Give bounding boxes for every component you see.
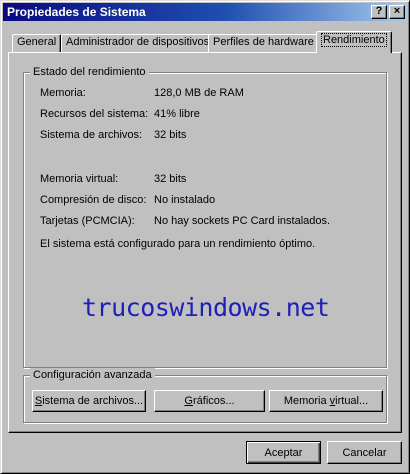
- group-label: Estado del rendimiento: [30, 65, 149, 79]
- button-label: istema de archivos...: [42, 395, 144, 407]
- close-icon: ×: [393, 5, 401, 17]
- tab-performance[interactable]: Rendimiento: [316, 31, 392, 53]
- button-label: ráficos...: [192, 395, 235, 407]
- tab-label: Perfiles de hardware: [213, 36, 314, 48]
- button-label: irtual...: [335, 395, 369, 407]
- virtual-memory-value: 32 bits: [154, 173, 187, 185]
- pcmcia-cards-value: No hay sockets PC Card instalados.: [154, 215, 331, 227]
- question-mark-icon: ?: [375, 5, 383, 17]
- tab-general[interactable]: General: [12, 34, 62, 52]
- memory-value: 128,0 MB de RAM: [154, 87, 244, 99]
- close-button[interactable]: ×: [389, 5, 405, 19]
- help-button[interactable]: ?: [371, 5, 387, 19]
- file-system-button[interactable]: Sistema de archivos...: [32, 390, 146, 412]
- system-resources-label: Recursos del sistema:: [40, 108, 149, 120]
- virtual-memory-label: Memoria virtual:: [40, 173, 119, 185]
- tab-label: General: [17, 36, 57, 48]
- system-resources-value: 41% libre: [154, 108, 200, 120]
- ok-button[interactable]: Aceptar: [246, 441, 321, 464]
- memory-label: Memoria:: [40, 87, 86, 99]
- disk-compression-value: No instalado: [154, 194, 216, 206]
- system-properties-window: Propiedades de Sistema ? × General Admin…: [0, 0, 410, 474]
- tab-label: Administrador de dispositivos: [66, 36, 210, 48]
- performance-status-group: Estado del rendimiento Memoria: 128,0 MB…: [23, 65, 387, 368]
- group-label: Configuración avanzada: [30, 368, 155, 382]
- title-bar[interactable]: Propiedades de Sistema ? ×: [3, 3, 407, 21]
- tab-device-manager[interactable]: Administrador de dispositivos: [61, 34, 215, 52]
- tab-hardware-profiles[interactable]: Perfiles de hardware: [208, 34, 319, 52]
- pcmcia-cards-label: Tarjetas (PCMCIA):: [40, 215, 135, 227]
- file-system-value: 32 bits: [154, 129, 187, 141]
- graphics-button[interactable]: Gráficos...: [154, 390, 265, 412]
- window-title: Propiedades de Sistema: [7, 5, 146, 19]
- status-message: El sistema está configurado para un rend…: [40, 238, 316, 250]
- tab-panel-performance: Estado del rendimiento Memoria: 128,0 MB…: [8, 52, 402, 433]
- tab-label: Rendimiento: [321, 33, 387, 47]
- virtual-memory-button[interactable]: Memoria virtual...: [269, 390, 383, 412]
- button-label: Memoria: [283, 395, 330, 407]
- cancel-button[interactable]: Cancelar: [327, 441, 402, 464]
- disk-compression-label: Compresión de disco:: [40, 194, 147, 206]
- watermark-text: trucoswindows.net: [82, 293, 330, 322]
- accel-key: G: [184, 395, 193, 407]
- file-system-label: Sistema de archivos:: [40, 129, 143, 141]
